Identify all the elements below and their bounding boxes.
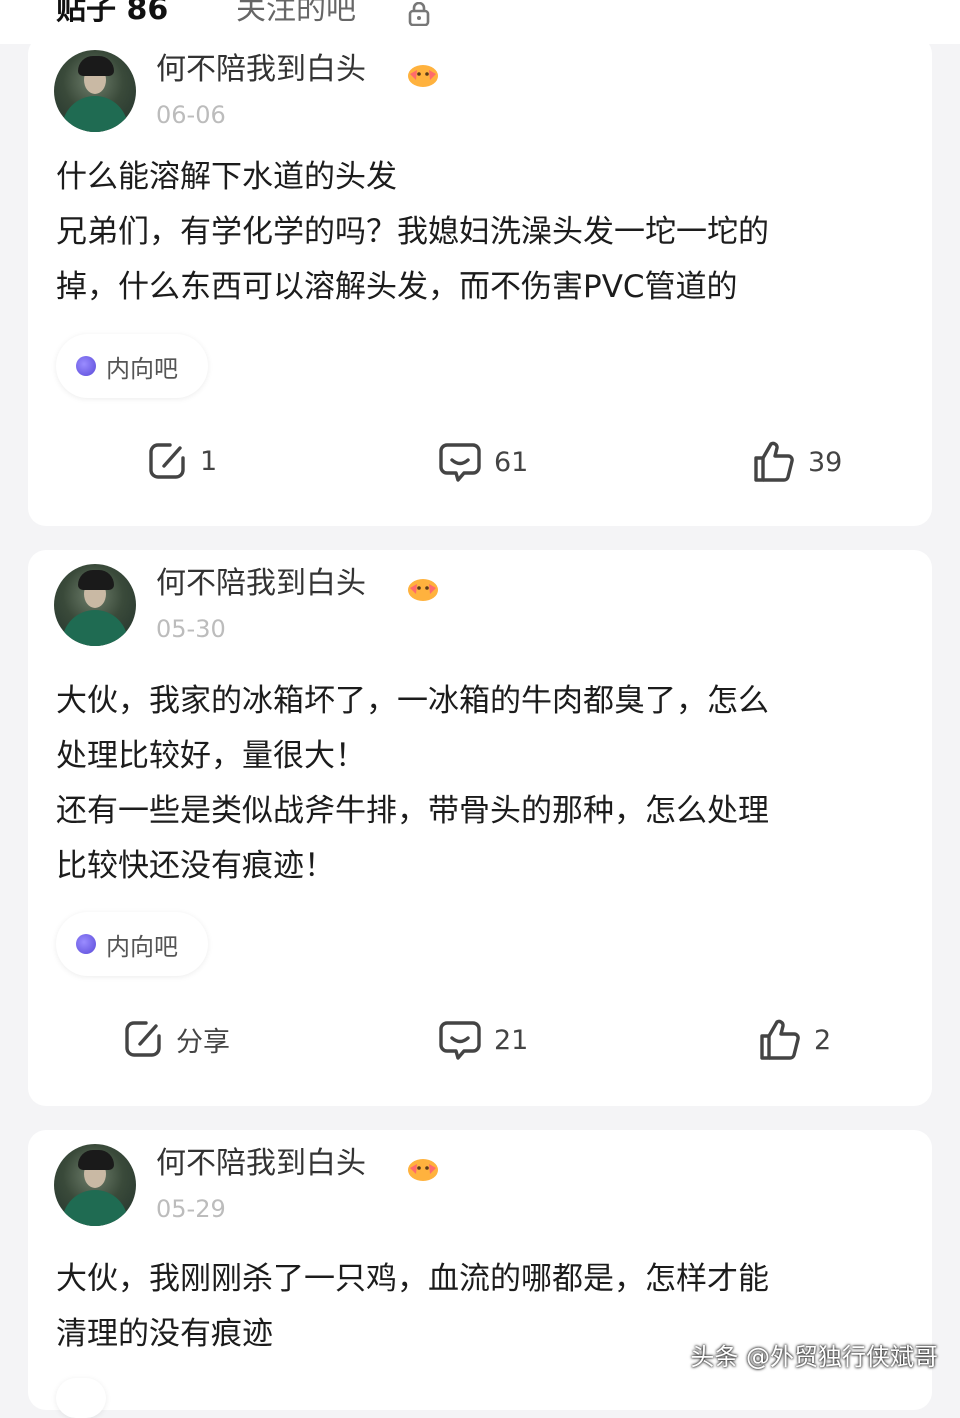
comment-count: 21 [494,1024,529,1056]
share-icon [125,1021,161,1057]
emoji-badge-icon [408,1159,438,1181]
post-body-line: 大伙，我刚刚杀了一只鸡，血流的哪都是，怎样才能 [56,1261,769,1297]
post-body-line: 大伙，我家的冰箱坏了，一冰箱的牛肉都臭了，怎么 [56,683,769,719]
username[interactable]: 何不陪我到白头 [156,50,366,90]
comment-button[interactable]: 21 [438,1018,528,1062]
post-body-line: 处理比较好，量很大！ [56,738,366,774]
like-button[interactable]: 2 [758,1018,831,1062]
username[interactable]: 何不陪我到白头 [156,1144,366,1184]
post-card[interactable]: 何不陪我到白头 05-30 大伙，我家的冰箱坏了，一冰箱的牛肉都臭了，怎么 处理… [28,550,932,1106]
like-count: 39 [808,446,843,478]
bar-tag-icon [76,356,96,376]
like-count: 2 [814,1024,832,1056]
comment-button[interactable]: 61 [438,440,528,484]
post-date: 05-30 [156,615,226,643]
thumbs-up-icon [754,441,794,482]
bar-tag-label: 内向吧 [106,932,178,961]
share-button[interactable]: 分享 [122,1018,230,1060]
share-label: 分享 [176,1026,230,1058]
emoji-badge-icon [408,65,438,87]
comment-icon [439,443,481,482]
lock-icon [408,2,430,26]
share-count: 1 [200,445,218,477]
post-title: 什么能溶解下水道的头发 [56,159,397,195]
bar-tag-icon [76,934,96,954]
bar-tag-label: 内向吧 [106,354,178,383]
like-button[interactable]: 39 [752,440,842,484]
avatar[interactable] [54,50,136,132]
bar-tag[interactable]: 内向吧 [56,912,208,976]
bar-tag[interactable]: 内向吧 [56,334,208,398]
post-date: 06-06 [156,101,226,129]
comment-count: 61 [494,446,529,478]
avatar[interactable] [54,564,136,646]
post-body-line: 比较快还没有痕迹！ [56,848,335,884]
tab-posts[interactable]: 贴子 86 [56,0,168,30]
post-body-line: 还有一些是类似战斧牛排，带骨头的那种，怎么处理 [56,793,769,829]
tab-followed-bars[interactable]: 关注的吧 [236,0,356,30]
post-content: 大伙，我家的冰箱坏了，一冰箱的牛肉都臭了，怎么 处理比较好，量很大！ 还有一些是… [56,674,916,894]
bar-tag[interactable] [56,1378,106,1418]
avatar[interactable] [54,1144,136,1226]
post-date: 05-29 [156,1195,226,1223]
comment-icon [439,1021,481,1060]
post-content: 什么能溶解下水道的头发 兄弟们，有学化学的吗？我媳妇洗澡头发一坨一坨的 掉，什么… [56,150,916,315]
post-card[interactable]: 何不陪我到白头 06-06 什么能溶解下水道的头发 兄弟们，有学化学的吗？我媳妇… [28,36,932,526]
emoji-badge-icon [408,579,438,601]
post-body-line: 掉，什么东西可以溶解头发，而不伤害PVC管道的 [56,269,738,305]
share-icon [149,443,185,479]
username[interactable]: 何不陪我到白头 [156,564,366,604]
thumbs-up-icon [760,1019,800,1060]
watermark: 头条 @外贸独行侠斌哥 [690,1343,938,1371]
post-body-line: 兄弟们，有学化学的吗？我媳妇洗澡头发一坨一坨的 [56,214,769,250]
share-button[interactable]: 1 [146,440,217,482]
